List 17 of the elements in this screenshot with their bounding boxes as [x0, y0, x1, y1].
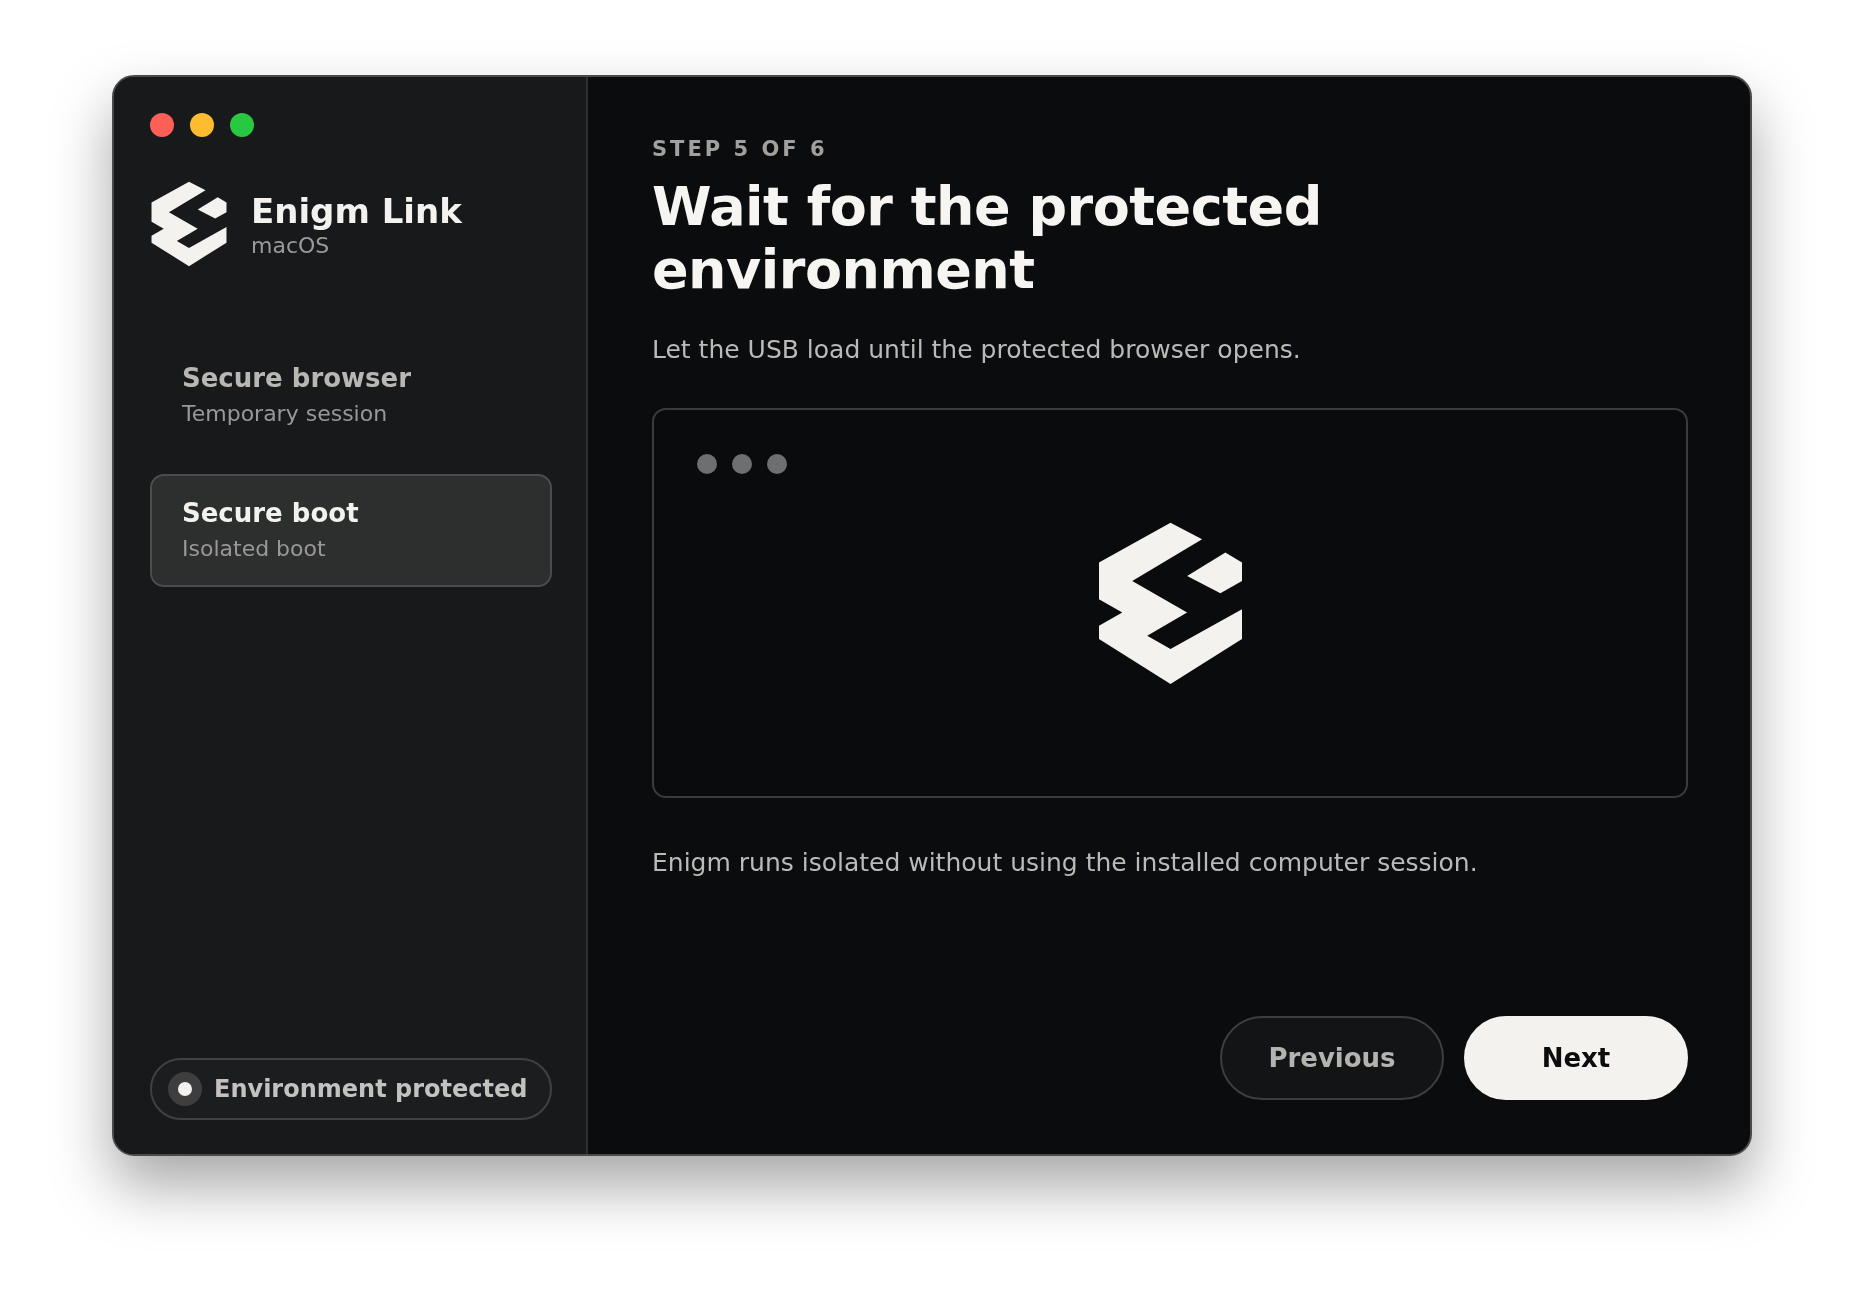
previous-button[interactable]: Previous — [1220, 1016, 1444, 1100]
step-item[interactable]: Secure browser Temporary session — [150, 339, 552, 452]
note-text: Enigm runs isolated without using the installed computer session. — [652, 848, 1479, 877]
zoom-window-icon[interactable] — [230, 113, 254, 137]
step-counter: STEP 5 OF 6 — [652, 137, 829, 161]
page-title: Wait for the protected environment — [652, 175, 1323, 301]
app-name: Enigm Link — [251, 190, 462, 231]
platform-label: macOS — [251, 232, 331, 258]
app-logo-icon — [151, 181, 227, 267]
minimize-window-icon[interactable] — [190, 113, 214, 137]
description-text: Let the USB load until the protected browser opens. — [652, 335, 1302, 364]
status-label: Environment protected — [214, 1075, 528, 1103]
step-item[interactable]: Secure boot Isolated boot — [150, 474, 552, 587]
close-window-icon[interactable] — [150, 113, 174, 137]
next-button[interactable]: Next — [1464, 1016, 1688, 1100]
app-logo-icon — [1097, 521, 1243, 685]
loading-dots-icon — [697, 454, 787, 474]
